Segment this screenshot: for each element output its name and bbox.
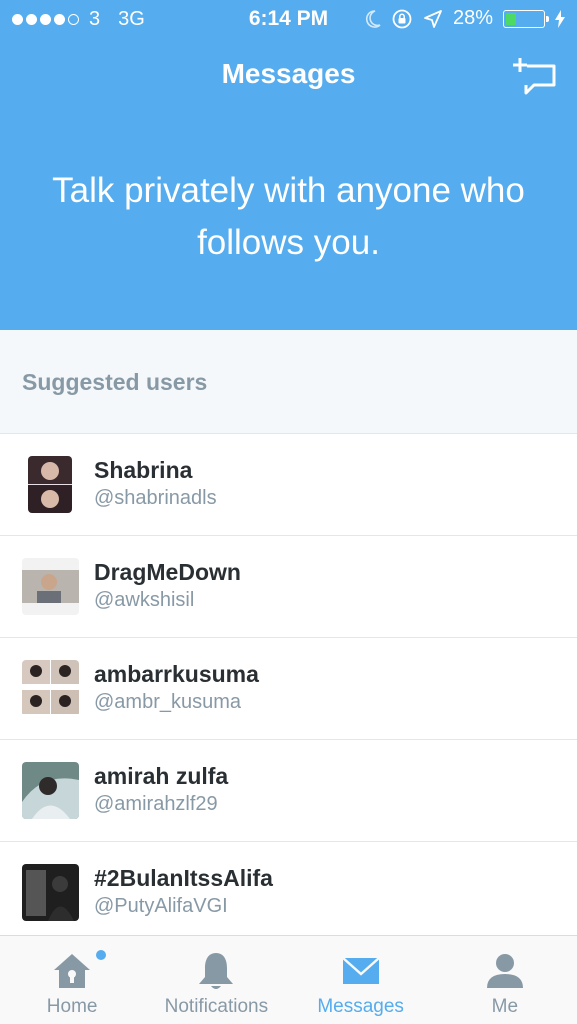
moon-icon [365,9,381,28]
suggested-user-row[interactable]: ambarrkusuma @ambr_kusuma [0,638,577,740]
person-icon [486,954,523,988]
avatar [22,660,79,717]
messages-hero: 3 3G 6:14 PM 28% Messages Talk privately… [0,0,577,330]
user-name: DragMeDown [94,559,241,585]
tab-label: Me [491,996,519,1017]
user-name: ambarrkusuma [94,661,259,687]
suggested-user-row[interactable]: DragMeDown @awkshisil [0,536,577,638]
user-handle: @shabrinadls [94,487,217,509]
user-handle: @amirahzlf29 [94,793,218,815]
bell-icon [199,953,234,989]
user-name: #2BulanItssAlifa [94,865,273,891]
envelope-icon [341,957,380,984]
tab-messages[interactable]: Messages [289,936,433,1024]
user-handle: @PutyAlifaVGI [94,895,228,917]
status-right-group: 28% [363,7,565,30]
tab-me[interactable]: Me [433,936,577,1024]
section-title: Suggested users [22,369,208,395]
user-handle: @ambr_kusuma [94,691,242,713]
notification-badge-dot [96,950,106,960]
battery-fill [506,12,516,25]
tab-notifications[interactable]: Notifications [144,936,288,1024]
tab-bar: Home Notifications Messages Me [0,935,577,1024]
rotation-lock-icon [392,9,412,28]
user-handle: @awkshisil [94,589,195,611]
status-bar: 3 3G 6:14 PM 28% [0,0,577,38]
user-name: amirah zulfa [94,763,229,789]
home-icon [54,954,91,988]
location-arrow-icon [424,9,442,28]
battery-icon [503,9,549,28]
compose-message-icon[interactable] [512,56,558,96]
suggested-user-row[interactable]: Shabrina @shabrinadls [0,434,577,536]
tab-label: Home [46,996,98,1017]
suggested-user-row[interactable]: amirah zulfa @amirahzlf29 [0,740,577,842]
battery-percent: 28% [452,7,493,29]
avatar [22,864,79,921]
suggested-users-header: Suggested users [0,330,577,434]
suggested-users-list: Shabrina @shabrinadls DragMeDown @awkshi… [0,434,577,944]
avatar [22,558,79,615]
messages-tagline: Talk privately with anyone who follows y… [52,171,525,262]
tab-home[interactable]: Home [0,936,144,1024]
tab-label: Notifications [164,996,269,1017]
tab-label: Messages [317,996,404,1017]
charging-bolt-icon [555,9,565,28]
suggested-user-row[interactable]: #2BulanItssAlifa @PutyAlifaVGI [0,842,577,944]
page-title: Messages [221,58,356,89]
avatar [28,456,72,513]
user-name: Shabrina [94,457,193,483]
avatar [22,762,79,819]
